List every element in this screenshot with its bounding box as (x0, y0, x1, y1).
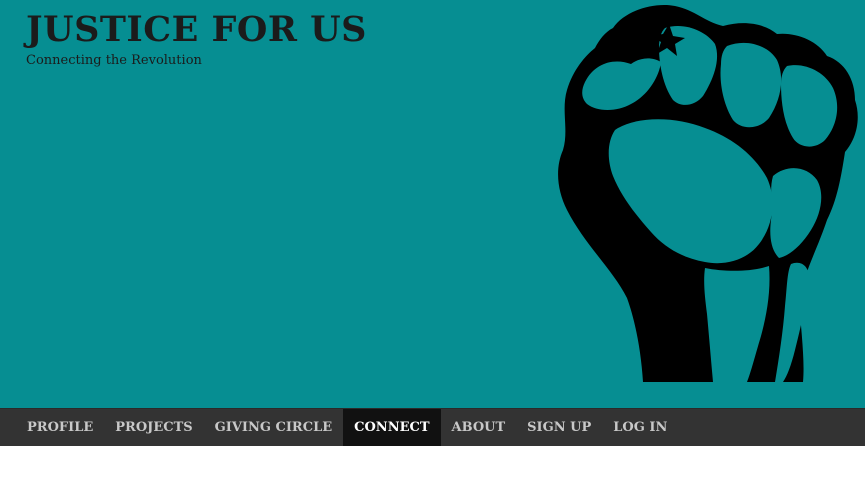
nav-item-connect[interactable]: CONNECT (343, 409, 441, 446)
nav-item-profile[interactable]: PROFILE (16, 409, 104, 446)
site-header: JUSTICE FOR US Connecting the Revolution (0, 0, 865, 408)
nav-item-about[interactable]: ABOUT (441, 409, 517, 446)
raised-fist-icon (558, 4, 858, 383)
nav-item-projects[interactable]: PROJECTS (104, 409, 203, 446)
nav-list: PROFILE PROJECTS GIVING CIRCLE CONNECT ABOUT… (0, 409, 865, 446)
site-title[interactable]: JUSTICE FOR US (26, 8, 367, 52)
main-navigation: PROFILE PROJECTS GIVING CIRCLE CONNECT ABOUT… (0, 408, 865, 446)
site-tagline: Connecting the Revolution (26, 53, 202, 68)
nav-item-giving-circle[interactable]: GIVING CIRCLE (204, 409, 344, 446)
nav-item-sign-up[interactable]: SIGN UP (516, 409, 602, 446)
nav-item-log-in[interactable]: LOG IN (602, 409, 678, 446)
